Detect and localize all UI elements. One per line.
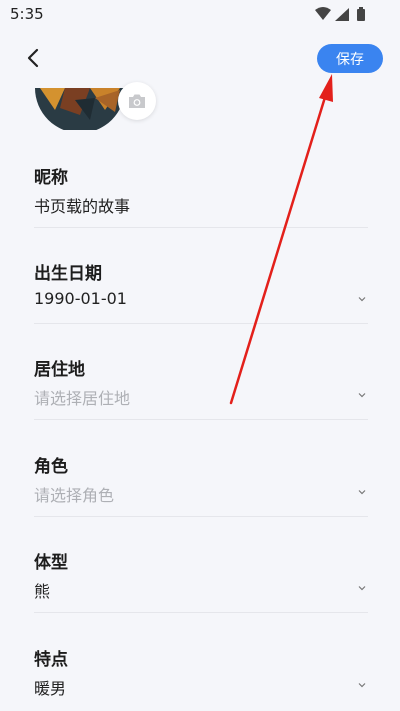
camera-icon — [129, 94, 145, 108]
chevron-down-icon — [358, 393, 366, 398]
divider — [34, 612, 368, 613]
residence-placeholder: 请选择居住地 — [34, 389, 131, 408]
nickname-value: 书页载的故事 — [34, 197, 131, 216]
save-button[interactable]: 保存 — [317, 44, 383, 73]
field-label: 体型 — [34, 553, 68, 573]
profile-edit-screen: 5:35 保存 昵称 书页载的故事 出生日期 1990-01-01 居住地 请选… — [0, 0, 400, 711]
wifi-icon — [315, 7, 331, 20]
traits-value: 暖男 — [34, 679, 67, 698]
field-label: 昵称 — [34, 168, 68, 188]
cellular-icon — [335, 8, 349, 21]
chevron-down-icon — [358, 683, 366, 688]
field-residence[interactable]: 居住地 请选择居住地 — [34, 355, 368, 445]
battery-icon — [357, 7, 365, 21]
status-icons — [315, 7, 365, 21]
body-type-value: 熊 — [34, 582, 51, 601]
divider — [34, 516, 368, 517]
field-role[interactable]: 角色 请选择角色 — [34, 452, 368, 542]
change-avatar-button[interactable] — [118, 82, 156, 120]
field-label: 出生日期 — [34, 264, 102, 284]
status-time: 5:35 — [10, 5, 44, 23]
divider — [34, 323, 368, 324]
role-placeholder: 请选择角色 — [34, 486, 115, 505]
back-button[interactable] — [20, 44, 48, 72]
field-birthdate[interactable]: 出生日期 1990-01-01 — [34, 259, 368, 349]
field-label: 居住地 — [34, 360, 85, 380]
divider — [34, 419, 368, 420]
status-bar: 5:35 — [0, 0, 400, 28]
birthdate-value: 1990-01-01 — [34, 289, 127, 308]
field-label: 特点 — [34, 650, 68, 670]
chevron-down-icon — [358, 297, 366, 302]
field-label: 角色 — [34, 457, 68, 477]
field-body-type[interactable]: 体型 熊 — [34, 548, 368, 638]
field-nickname[interactable]: 昵称 书页载的故事 — [34, 163, 368, 253]
divider — [34, 227, 368, 228]
chevron-down-icon — [358, 586, 366, 591]
chevron-down-icon — [358, 490, 366, 495]
field-traits[interactable]: 特点 暖男 — [34, 645, 368, 711]
chevron-left-icon — [27, 48, 39, 68]
